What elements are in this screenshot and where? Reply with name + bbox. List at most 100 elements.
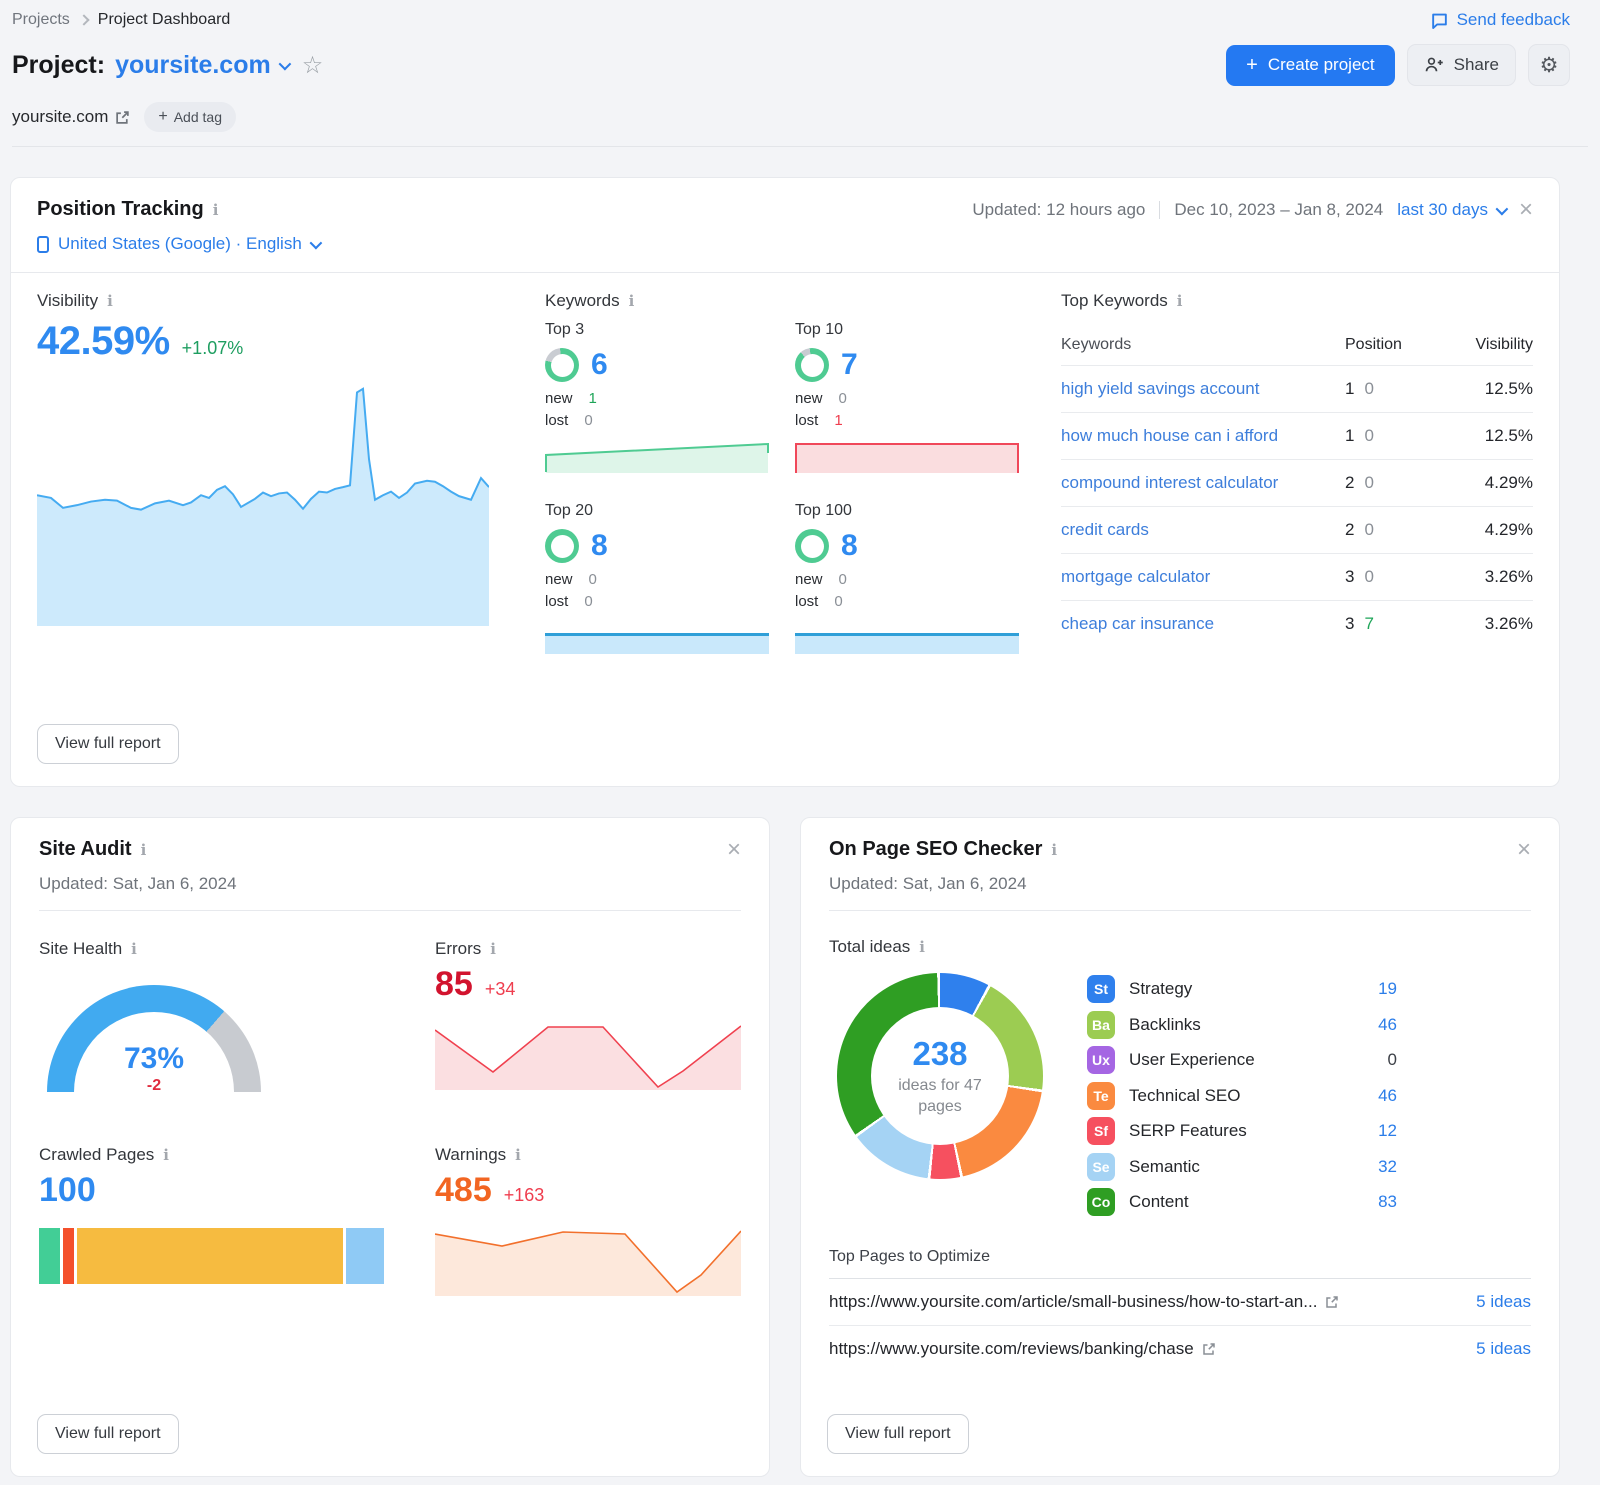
new-value: 0 [839, 571, 847, 588]
position-change: 0 [1364, 473, 1373, 492]
visibility-section: Visibility i 42.59% +1.07% [37, 291, 503, 654]
share-button[interactable]: Share [1407, 44, 1516, 86]
visibility-cell: 4.29% [1441, 473, 1533, 493]
info-icon[interactable]: i [1177, 292, 1183, 310]
table-row: how much house can i afford 10 12.5% [1061, 412, 1533, 459]
external-link-icon [115, 110, 130, 125]
site-health-delta: -2 [47, 1077, 261, 1095]
create-project-button[interactable]: Create project [1226, 45, 1394, 86]
tile-label: Top 10 [795, 321, 1019, 339]
site-health-gauge-chart: 73% -2 [47, 985, 261, 1095]
keyword-tile-top10: Top 10 7 new0 lost1 [795, 321, 1019, 478]
table-row: credit cards 20 4.29% [1061, 506, 1533, 553]
page-url-link[interactable]: https://www.yoursite.com/reviews/banking… [829, 1339, 1216, 1359]
serp-features-icon: Sf [1087, 1117, 1115, 1145]
position-value: 1 [1345, 426, 1354, 445]
keyword-link[interactable]: mortgage calculator [1061, 567, 1210, 586]
info-icon[interactable]: i [213, 201, 219, 219]
locale-selector[interactable]: United States (Google) · English [58, 234, 319, 254]
position-change: 0 [1364, 426, 1373, 445]
position-value: 2 [1345, 473, 1354, 492]
page-url-link[interactable]: https://www.yoursite.com/article/small-b… [829, 1292, 1339, 1312]
site-audit-card: Site Audit i × Updated: Sat, Jan 6, 2024… [10, 817, 770, 1477]
breadcrumb-projects-link[interactable]: Projects [12, 11, 70, 29]
period-label: last 30 days [1397, 200, 1488, 220]
ideas-count-link[interactable]: 5 ideas [1476, 1339, 1531, 1359]
info-icon[interactable]: i [107, 292, 113, 310]
info-icon[interactable]: i [1051, 841, 1057, 859]
lost-value: 0 [584, 593, 592, 610]
chevron-down-icon[interactable] [278, 57, 291, 70]
site-audit-updated: Updated: Sat, Jan 6, 2024 [39, 874, 741, 911]
total-ideas-donut-chart: 238 ideas for 47pages [837, 973, 1043, 1179]
bar-segment-healthy [39, 1228, 60, 1284]
position-value: 3 [1345, 614, 1354, 633]
total-ideas-value: 238 [912, 1035, 967, 1073]
position-tracking-view-full-report-button[interactable]: View full report [37, 724, 179, 764]
legend-row-serp-features: Sf SERP Features 12 [1087, 1117, 1397, 1145]
new-label: new [545, 390, 573, 407]
keyword-link[interactable]: how much house can i afford [1061, 426, 1278, 445]
legend-row-semantic: Se Semantic 32 [1087, 1153, 1397, 1181]
period-selector[interactable]: last 30 days [1397, 200, 1505, 220]
legend-count[interactable]: 12 [1378, 1121, 1397, 1141]
warnings-delta: +163 [504, 1185, 545, 1206]
keyword-link[interactable]: high yield savings account [1061, 379, 1259, 398]
new-value: 0 [839, 390, 847, 407]
page-url: https://www.yoursite.com/reviews/banking… [829, 1339, 1194, 1359]
site-audit-view-full-report-button[interactable]: View full report [37, 1414, 179, 1454]
crawled-pages-stacked-bar-chart [39, 1228, 384, 1284]
tile-label: Top 3 [545, 321, 769, 339]
legend-count[interactable]: 83 [1378, 1192, 1397, 1212]
on-page-seo-title: On Page SEO Checker [829, 838, 1042, 861]
legend-count[interactable]: 46 [1378, 1015, 1397, 1035]
visibility-cell: 4.29% [1441, 520, 1533, 540]
keyword-link[interactable]: cheap car insurance [1061, 614, 1214, 633]
info-icon[interactable]: i [515, 1146, 521, 1164]
strategy-icon: St [1087, 975, 1115, 1003]
site-url-label: yoursite.com [12, 107, 108, 127]
settings-button[interactable]: ⚙ [1528, 44, 1570, 86]
add-tag-button[interactable]: Add tag [144, 102, 236, 132]
backlinks-icon: Ba [1087, 1011, 1115, 1039]
top100-sparkline-chart [795, 633, 1019, 654]
project-name-dropdown[interactable]: yoursite.com [115, 51, 271, 80]
info-icon[interactable]: i [629, 292, 635, 310]
close-on-page-seo-button[interactable]: × [1517, 838, 1531, 862]
send-feedback-link[interactable]: Send feedback [1430, 10, 1570, 30]
legend-row-technical-seo: Te Technical SEO 46 [1087, 1082, 1397, 1110]
info-icon[interactable]: i [163, 1146, 169, 1164]
favorite-star-icon[interactable]: ☆ [302, 51, 324, 80]
info-icon[interactable]: i [919, 938, 925, 956]
info-icon[interactable]: i [141, 841, 147, 859]
lost-value: 1 [834, 412, 842, 429]
ideas-count-link[interactable]: 5 ideas [1476, 1292, 1531, 1312]
close-position-tracking-button[interactable]: × [1519, 198, 1533, 222]
warnings-label: Warnings [435, 1145, 506, 1165]
new-label: new [795, 571, 823, 588]
content-icon: Co [1087, 1188, 1115, 1216]
top-pages-title: Top Pages to Optimize [829, 1248, 1531, 1279]
legend-count[interactable]: 32 [1378, 1157, 1397, 1177]
info-icon[interactable]: i [131, 940, 137, 958]
errors-line-chart [435, 1020, 741, 1090]
visibility-cell: 3.26% [1441, 567, 1533, 587]
project-label: Project: [12, 51, 105, 80]
legend-row-backlinks: Ba Backlinks 46 [1087, 1011, 1397, 1039]
site-audit-title: Site Audit [39, 838, 132, 861]
close-site-audit-button[interactable]: × [727, 838, 741, 862]
legend-count[interactable]: 19 [1378, 979, 1397, 999]
position-tracking-card: Position Tracking i Updated: 12 hours ag… [10, 177, 1560, 787]
keyword-link[interactable]: compound interest calculator [1061, 473, 1278, 492]
table-row: compound interest calculator 20 4.29% [1061, 459, 1533, 506]
site-url-link[interactable]: yoursite.com [12, 107, 130, 127]
send-feedback-label: Send feedback [1457, 10, 1570, 30]
legend-label: SERP Features [1129, 1121, 1247, 1141]
keyword-link[interactable]: credit cards [1061, 520, 1149, 539]
lost-label: lost [795, 412, 818, 429]
legend-count[interactable]: 46 [1378, 1086, 1397, 1106]
on-page-seo-view-full-report-button[interactable]: View full report [827, 1414, 969, 1454]
info-icon[interactable]: i [490, 940, 496, 958]
page-title: Project: yoursite.com ☆ [12, 51, 323, 80]
visibility-cell: 12.5% [1441, 426, 1533, 446]
